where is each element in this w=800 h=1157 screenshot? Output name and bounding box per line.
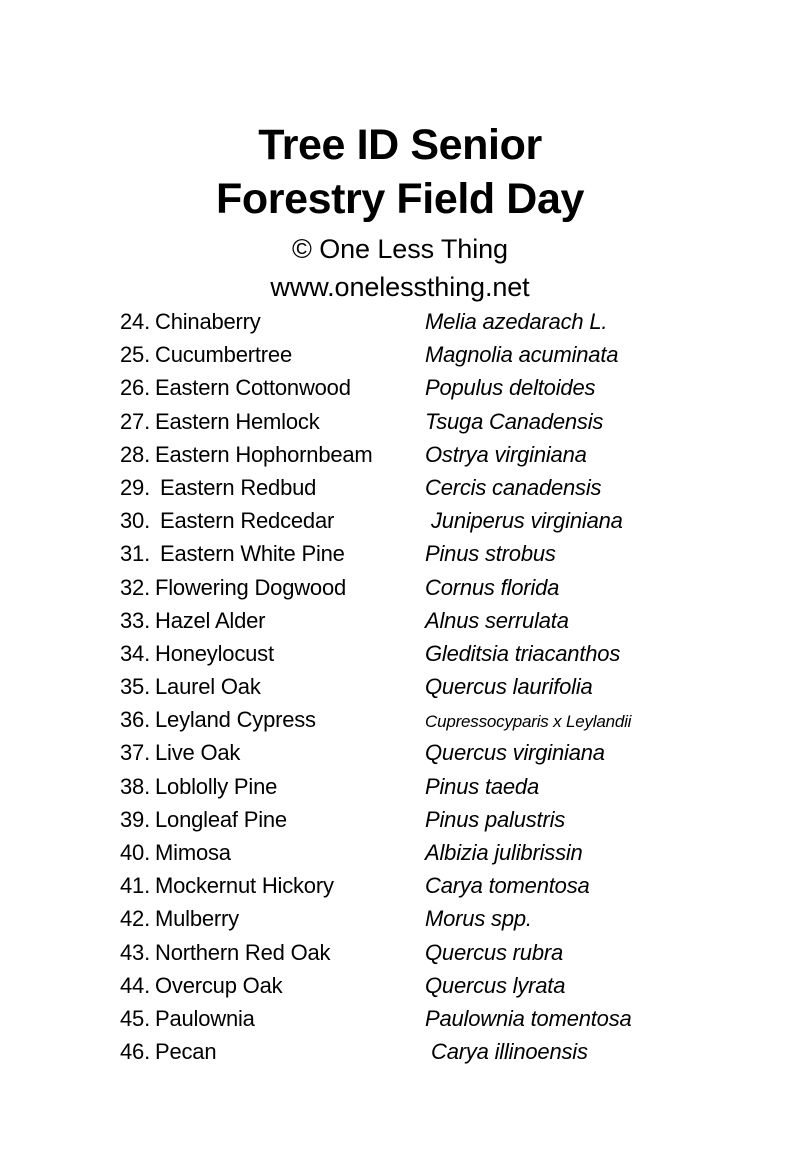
list-item-number: 37. <box>120 740 150 766</box>
page-title-line-2: Forestry Field Day <box>216 175 584 223</box>
list-item-common-name: Mockernut Hickory <box>155 873 334 899</box>
list-item-common-name: Mimosa <box>155 840 231 865</box>
list-item-scientific-name: Cornus florida <box>425 574 560 600</box>
tree-species-list: 24. Chinaberry Melia azedarach L. 25. Cucumb… <box>0 305 800 1068</box>
list-item-number: 36. <box>120 707 150 733</box>
list-item-number: 43. <box>120 939 150 965</box>
list-item: 34. Honeylocust Gleditsia triacanthos <box>0 637 800 670</box>
list-item-common-name: Chinaberry <box>155 309 261 334</box>
list-item-scientific-name: Pinus palustris <box>425 806 566 832</box>
list-item: 37. Live Oak Quercus virginiana <box>0 736 800 769</box>
copyright-notice: © One Less Thing <box>292 234 508 264</box>
list-item-common-name: Cucumbertree <box>155 342 292 368</box>
list-item: 40. Mimosa Albizia julibrissin <box>0 836 800 869</box>
page-title-line-1: Tree ID Senior <box>258 121 542 169</box>
list-item-scientific-name: Juniperus virginiana <box>431 508 623 534</box>
list-item: 44. Overcup Oak Quercus lyrata <box>0 969 800 1002</box>
list-item-scientific-name: Pinus strobus <box>425 541 556 567</box>
list-item-scientific-name: Carya illinoensis <box>431 1039 588 1065</box>
list-item: 36. Leyland Cypress Cupressocyparis x Leyl… <box>0 703 800 736</box>
list-item-common-name: Flowering Dogwood <box>155 574 347 600</box>
list-item-number: 35. <box>120 674 150 700</box>
list-item-common-name: Eastern Hemlock <box>155 408 320 434</box>
list-item-number: 29. <box>120 474 150 500</box>
list-item: 26. Eastern Cottonwood Populus deltoides <box>0 371 800 404</box>
list-item-number: 27. <box>120 408 150 434</box>
list-item-number: 46. <box>120 1039 150 1065</box>
list-item-scientific-name: Ostrya virginiana <box>425 441 587 467</box>
list-item-scientific-name: Quercus virginiana <box>425 740 605 766</box>
list-item-common-name: Northern Red Oak <box>155 939 331 965</box>
document-page: Tree ID Senior Forestry Field Day © One … <box>0 0 800 1157</box>
list-item-number: 42. <box>120 906 150 932</box>
list-item: 32. Flowering Dogwood Cornus florida <box>0 571 800 604</box>
list-item-scientific-name: Magnolia acuminata <box>425 342 619 368</box>
list-item-number: 32. <box>120 574 150 600</box>
list-item-common-name: Paulownia <box>155 1005 255 1031</box>
list-item: 42. Mulberry Morus spp. <box>0 902 800 935</box>
list-item: 39. Longleaf Pine Pinus palustris <box>0 803 800 836</box>
list-item-common-name: Eastern Cottonwood <box>155 375 351 401</box>
list-item: 38. Loblolly Pine Pinus taeda <box>0 770 800 803</box>
list-item-number: 38. <box>120 773 150 799</box>
list-item: 25. Cucumbertree Magnolia acuminata <box>0 338 800 371</box>
list-item-number: 33. <box>120 607 150 633</box>
list-item-common-name: Eastern Hophornbeam <box>155 441 373 467</box>
list-item-scientific-name: Pinus taeda <box>425 773 539 799</box>
list-item-number: 39. <box>120 806 150 832</box>
list-item-scientific-name: Cercis canadensis <box>425 474 602 500</box>
list-item-common-name: Honeylocust <box>155 640 274 666</box>
list-item-number: 26. <box>120 375 150 401</box>
list-item: 35. Laurel Oak Quercus laurifolia <box>0 670 800 703</box>
list-item-number: 30. <box>120 508 150 534</box>
list-item-scientific-name: Gleditsia triacanthos <box>425 640 621 666</box>
list-item-common-name: Longleaf Pine <box>155 806 287 832</box>
list-item: 45. Paulownia Paulownia tomentosa <box>0 1002 800 1035</box>
list-item: 24. Chinaberry Melia azedarach L. <box>0 305 800 338</box>
list-item-number: 31. <box>120 541 150 567</box>
list-item: 28. Eastern Hophornbeam Ostrya virginiana <box>0 438 800 471</box>
list-item: 30. Eastern Redcedar Juniperus virginiana <box>0 504 800 537</box>
list-item-scientific-name: Albizia julibrissin <box>425 840 583 865</box>
list-item-common-name: Mulberry <box>155 906 239 932</box>
list-item-common-name: Eastern Redbud <box>160 474 317 500</box>
website-url: www.onelessthing.net <box>270 272 530 302</box>
list-item-number: 45. <box>120 1005 150 1031</box>
list-item-scientific-name: Melia azedarach L. <box>425 309 608 334</box>
list-item-scientific-name: Quercus rubra <box>425 939 564 965</box>
list-item-number: 28. <box>120 441 150 467</box>
list-item-scientific-name: Alnus serrulata <box>425 607 569 633</box>
list-item-scientific-name: Cupressocyparis x Leylandii <box>425 712 632 732</box>
list-item-common-name: Eastern Redcedar <box>160 508 335 534</box>
list-item-scientific-name: Populus deltoides <box>425 375 596 401</box>
list-item: 41. Mockernut Hickory Carya tomentosa <box>0 869 800 902</box>
list-item-scientific-name: Tsuga Canadensis <box>425 408 604 434</box>
list-item: 27. Eastern Hemlock Tsuga Canadensis <box>0 405 800 438</box>
list-item-number: 34. <box>120 640 150 666</box>
list-item: 31. Eastern White Pine Pinus strobus <box>0 537 800 570</box>
list-item-common-name: Laurel Oak <box>155 674 261 700</box>
list-item-scientific-name: Quercus laurifolia <box>425 674 593 700</box>
list-item-common-name: Overcup Oak <box>155 972 283 998</box>
list-item: 46. Pecan Carya illinoensis <box>0 1035 800 1068</box>
list-item-scientific-name: Paulownia tomentosa <box>425 1005 632 1031</box>
document-header: Tree ID Senior Forestry Field Day © One … <box>0 118 800 306</box>
list-item: 29. Eastern Redbud Cercis canadensis <box>0 471 800 504</box>
list-item-common-name: Pecan <box>155 1039 217 1065</box>
list-item-number: 40. <box>120 840 150 865</box>
list-item-scientific-name: Morus spp. <box>425 906 532 932</box>
list-item-common-name: Live Oak <box>155 740 241 766</box>
list-item-number: 24. <box>120 309 150 334</box>
list-item-common-name: Leyland Cypress <box>155 707 316 733</box>
list-item-common-name: Eastern White Pine <box>160 541 345 567</box>
list-item-number: 44. <box>120 972 150 998</box>
list-item-common-name: Hazel Alder <box>155 607 266 633</box>
list-item-common-name: Loblolly Pine <box>155 773 278 799</box>
list-item: 43. Northern Red Oak Quercus rubra <box>0 936 800 969</box>
list-item: 33. Hazel Alder Alnus serrulata <box>0 604 800 637</box>
list-item-number: 25. <box>120 342 150 368</box>
list-item-number: 41. <box>120 873 150 899</box>
list-item-scientific-name: Quercus lyrata <box>425 972 566 998</box>
list-item-scientific-name: Carya tomentosa <box>425 873 590 899</box>
